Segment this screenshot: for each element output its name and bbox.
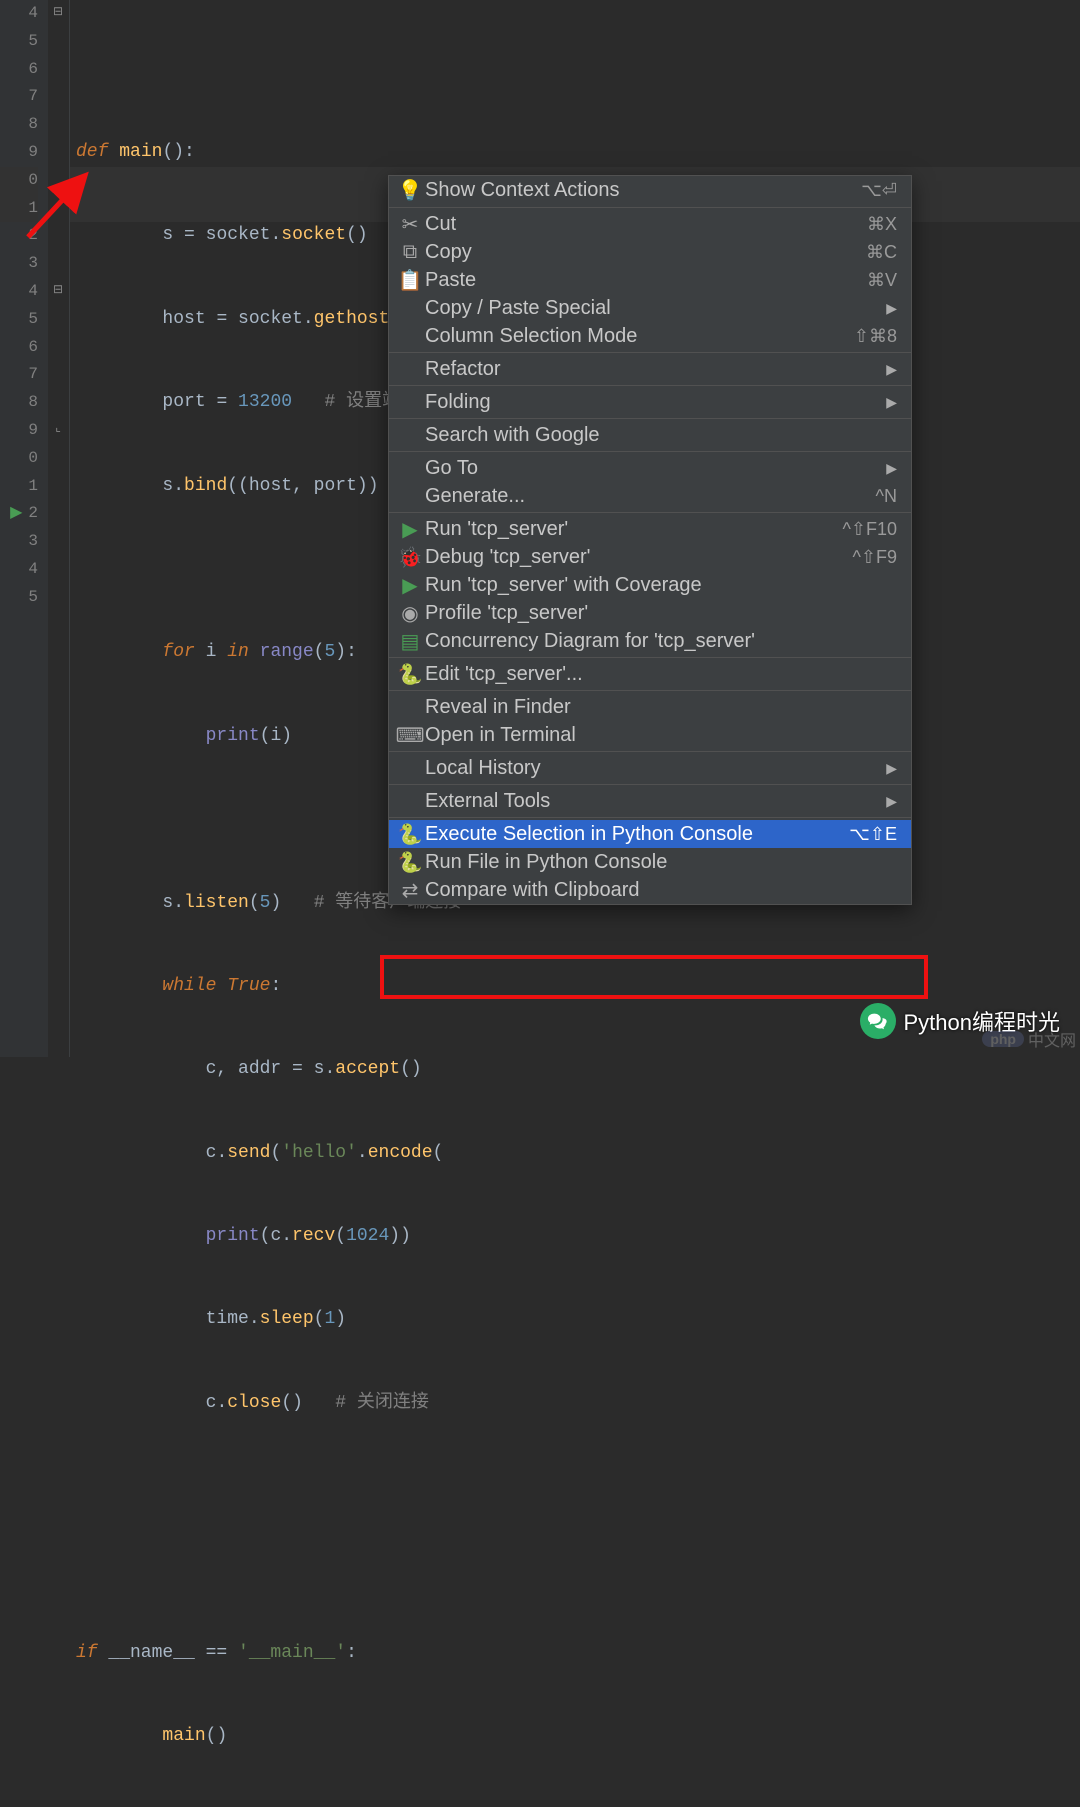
cut-item[interactable]: ✂ Cut⌘X xyxy=(389,210,911,238)
fold-toggle-icon[interactable]: ⊟ xyxy=(51,4,65,18)
profile-item[interactable]: ◉ Profile 'tcp_server' xyxy=(389,599,911,627)
bug-icon: 🐞 xyxy=(399,545,421,570)
generate-item[interactable]: Generate...^N xyxy=(389,482,911,510)
fold-toggle-icon[interactable]: ⊟ xyxy=(51,282,65,296)
folding-item[interactable]: Folding▶ xyxy=(389,388,911,416)
copy-icon: ⧉ xyxy=(399,241,421,264)
submenu-arrow-icon: ▶ xyxy=(886,300,897,317)
clipboard-icon: 📋 xyxy=(399,268,421,293)
edit-config-item[interactable]: 🐍 Edit 'tcp_server'... xyxy=(389,660,911,688)
debug-item[interactable]: 🐞 Debug 'tcp_server'^⇧F9 xyxy=(389,543,911,571)
search-google-item[interactable]: Search with Google xyxy=(389,421,911,449)
diagram-icon: ▤ xyxy=(399,629,421,654)
open-terminal-item[interactable]: ⌨ Open in Terminal xyxy=(389,721,911,749)
python-icon: 🐍 xyxy=(399,662,421,687)
fold-end-icon[interactable]: ⌞ xyxy=(51,420,65,434)
copy-paste-special-item[interactable]: Copy / Paste Special▶ xyxy=(389,294,911,322)
compare-clipboard-item[interactable]: ⇄ Compare with Clipboard xyxy=(389,876,911,904)
context-menu: 💡 Show Context Actions ⌥⏎ ✂ Cut⌘X ⧉ Copy… xyxy=(388,175,912,905)
submenu-arrow-icon: ▶ xyxy=(886,760,897,777)
column-selection-item[interactable]: Column Selection Mode⇧⌘8 xyxy=(389,322,911,350)
php-watermark: php中文网 xyxy=(982,1027,1076,1051)
external-tools-item[interactable]: External Tools▶ xyxy=(389,787,911,815)
python-run-icon: 🐍 xyxy=(399,850,421,875)
submenu-arrow-icon: ▶ xyxy=(886,394,897,411)
wechat-icon xyxy=(860,1003,896,1039)
concurrency-item[interactable]: ▤ Concurrency Diagram for 'tcp_server' xyxy=(389,627,911,655)
copy-item[interactable]: ⧉ Copy⌘C xyxy=(389,238,911,266)
play-icon: ▶ xyxy=(399,517,421,542)
fold-column: ⊟ ⊟ ⌞ xyxy=(48,0,70,1057)
submenu-arrow-icon: ▶ xyxy=(886,361,897,378)
reveal-finder-item[interactable]: Reveal in Finder xyxy=(389,693,911,721)
goto-item[interactable]: Go To▶ xyxy=(389,454,911,482)
submenu-arrow-icon: ▶ xyxy=(886,460,897,477)
run-gutter-icon[interactable]: ▶ xyxy=(10,500,22,528)
refactor-item[interactable]: Refactor▶ xyxy=(389,355,911,383)
coverage-item[interactable]: ▶ Run 'tcp_server' with Coverage xyxy=(389,571,911,599)
paste-item[interactable]: 📋 Paste⌘V xyxy=(389,266,911,294)
gauge-icon: ◉ xyxy=(399,601,421,626)
diff-icon: ⇄ xyxy=(399,878,421,903)
submenu-arrow-icon: ▶ xyxy=(886,793,897,810)
run-item[interactable]: ▶ Run 'tcp_server'^⇧F10 xyxy=(389,515,911,543)
line-number-gutter: 4 5 6 7 8 9 0 1 2 3 4 5 6 7 8 9 0 1 ▶2 3… xyxy=(0,0,48,1057)
run-file-console-item[interactable]: 🐍 Run File in Python Console xyxy=(389,848,911,876)
shield-play-icon: ▶ xyxy=(399,573,421,598)
execute-selection-item[interactable]: 🐍 Execute Selection in Python Console⌥⇧E xyxy=(389,820,911,848)
bulb-icon: 💡 xyxy=(399,178,421,203)
python-console-icon: 🐍 xyxy=(399,822,421,847)
terminal-icon: ⌨ xyxy=(399,723,421,748)
local-history-item[interactable]: Local History▶ xyxy=(389,754,911,782)
scissors-icon: ✂ xyxy=(399,212,421,237)
line-number: 4 xyxy=(0,0,38,28)
context-actions-item[interactable]: 💡 Show Context Actions ⌥⏎ xyxy=(389,176,911,205)
